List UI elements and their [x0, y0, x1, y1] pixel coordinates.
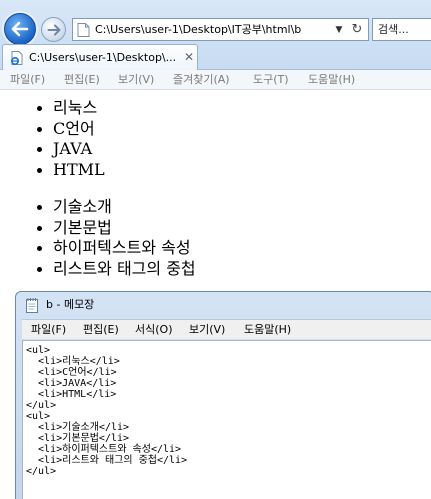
code-line: <li>HTML</li> [26, 389, 117, 400]
code-line: <li>기본문법</li> [26, 433, 130, 444]
code-line: <li>리눅스</li> [26, 356, 120, 367]
code-line: <ul> [26, 411, 51, 422]
search-input[interactable]: 검색... [372, 18, 431, 41]
notepad-menu-view[interactable]: 보기(V) [189, 322, 225, 338]
back-arrow-icon [11, 21, 29, 37]
code-line: <li>JAVA</li> [26, 378, 117, 389]
notepad-menu-format[interactable]: 서식(O) [135, 322, 172, 338]
address-bar[interactable]: C:\Users\user-1\Desktop\IT공부\html\b ▼ ↻ [72, 18, 369, 41]
list-item: HTML [0, 160, 431, 181]
dropdown-arrow-icon[interactable]: ▼ [332, 22, 346, 38]
menu-edit[interactable]: 편집(E) [64, 72, 100, 88]
browser-menubar: 파일(F) 편집(E) 보기(V) 즐겨찾기(A) 도구(T) 도움말(H) [0, 70, 431, 90]
code-line: <li>하이퍼텍스트와 속성</li> [26, 444, 182, 455]
code-line: </ul> [26, 466, 57, 477]
browser-tab[interactable]: C:\Users\user-1\Desktop\... ✕ [2, 44, 198, 70]
browser-toolbar: C:\Users\user-1\Desktop\IT공부\html\b ▼ ↻ … [0, 0, 431, 70]
list-item: 리스트와 태그의 중첩 [0, 259, 431, 280]
menu-file[interactable]: 파일(F) [10, 72, 45, 88]
notepad-icon [26, 298, 38, 313]
notepad-menubar: 파일(F) 편집(E) 서식(O) 보기(V) 도움말(H) [22, 319, 431, 339]
code-line: <li>C언어</li> [26, 367, 117, 378]
code-line: <li>기술소개</li> [26, 422, 130, 433]
page-icon [77, 23, 90, 37]
close-icon[interactable]: ✕ [183, 49, 195, 65]
menu-favorites[interactable]: 즐겨찾기(A) [173, 72, 230, 88]
list-item: 리눅스 [0, 98, 431, 119]
tab-strip: C:\Users\user-1\Desktop\... ✕ [0, 44, 431, 70]
notepad-text-area[interactable]: <ul> <li>리눅스</li> <li>C언어</li> <li>JAVA<… [22, 340, 431, 499]
notepad-menu-help[interactable]: 도움말(H) [244, 322, 291, 338]
notepad-menu-file[interactable]: 파일(F) [31, 322, 66, 338]
unordered-list-1: 리눅스 C언어 JAVA HTML [0, 98, 431, 180]
code-line: <li>리스트와 태그의 중첩</li> [26, 455, 188, 466]
page-viewport: 리눅스 C언어 JAVA HTML 기술소개 기본문법 하이퍼텍스트와 속성 리… [0, 91, 431, 286]
tab-title: C:\Users\user-1\Desktop\... [29, 51, 177, 64]
notepad-menu-edit[interactable]: 편집(E) [83, 322, 119, 338]
menu-view[interactable]: 보기(V) [118, 72, 154, 88]
unordered-list-2: 기술소개 기본문법 하이퍼텍스트와 속성 리스트와 태그의 중첩 [0, 197, 431, 279]
list-item: C언어 [0, 119, 431, 140]
list-item: 기술소개 [0, 197, 431, 218]
list-item: JAVA [0, 139, 431, 160]
code-line: </ul> [26, 400, 57, 411]
menu-help[interactable]: 도움말(H) [308, 72, 355, 88]
back-button[interactable] [4, 13, 36, 45]
forward-button[interactable] [41, 17, 66, 42]
code-line: <ul> [26, 345, 51, 356]
ie-page-icon [10, 51, 23, 66]
menu-tools[interactable]: 도구(T) [253, 72, 289, 88]
list-item: 하이퍼텍스트와 속성 [0, 238, 431, 259]
list-item: 기본문법 [0, 218, 431, 239]
address-text[interactable]: C:\Users\user-1\Desktop\IT공부\html\b [95, 22, 327, 38]
notepad-title: b - 메모장 [46, 298, 95, 311]
forward-arrow-icon [47, 24, 60, 35]
notepad-window[interactable]: b - 메모장 파일(F) 편집(E) 서식(O) 보기(V) 도움말(H) <… [15, 291, 431, 499]
refresh-icon[interactable]: ↻ [349, 21, 365, 39]
